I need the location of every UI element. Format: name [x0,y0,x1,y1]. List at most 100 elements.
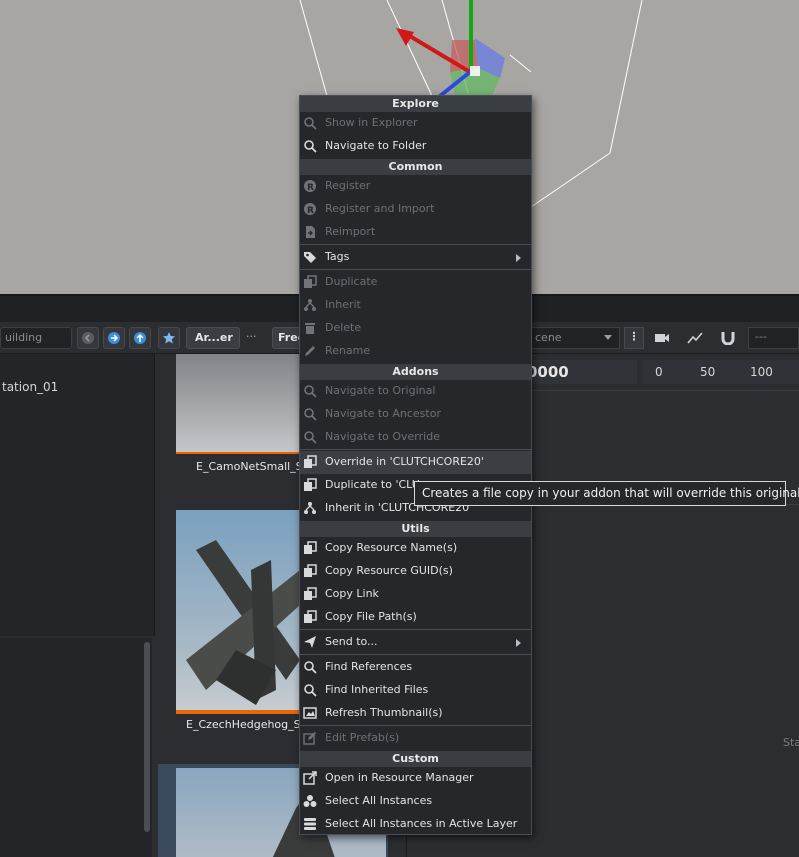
breadcrumb-ellipsis[interactable]: ··· [246,330,257,343]
search-input[interactable]: uilding [0,327,72,349]
menu-item-label: Navigate to Override [325,430,440,443]
menu-separator [300,449,531,450]
external-link-icon [303,771,317,785]
menu-section-utils: Utils [300,521,531,537]
menu-item-label: Copy File Path(s) [325,610,417,623]
menu-section-explore: Explore [300,96,531,112]
vertical-scrollbar[interactable] [144,642,150,832]
menu-item-label: Override in 'CLUTCHCORE20' [325,455,484,468]
menu-separator [300,725,531,726]
tick-label: 100 [750,365,773,379]
registered-icon: R [304,180,316,193]
menu-item-copy-file-paths[interactable]: Copy File Path(s) [300,606,531,629]
curve-icon[interactable] [687,331,703,345]
menu-item-navigate-to-folder[interactable]: Navigate to Folder [300,135,531,158]
menu-section-common: Common [300,159,531,175]
menu-item-find-references[interactable]: Find References [300,656,531,679]
duplicate-icon [304,478,317,491]
inherit-icon [304,502,316,514]
instances-icon [303,795,317,807]
search-icon [304,408,317,421]
search-icon [304,431,317,444]
breadcrumb-next[interactable]: Free [272,327,302,349]
tree-item[interactable]: tation_01 [2,380,58,394]
back-button[interactable] [77,327,99,349]
menu-item-label: Find References [325,660,413,673]
svg-text:R: R [307,183,314,193]
menu-separator [300,629,531,630]
magnet-icon[interactable] [720,331,736,346]
menu-item-inherit[interactable]: Inherit [300,294,531,317]
menu-section-custom: Custom [300,751,531,767]
menu-item-override-in-addon[interactable]: Override in 'CLUTCHCORE20' [300,451,531,474]
reimport-icon [306,226,315,238]
menu-item-register[interactable]: R Register [300,175,531,198]
chevron-down-icon [604,335,612,340]
secondary-panel [0,638,152,857]
menu-section-addons: Addons [300,364,531,380]
forward-button[interactable] [103,327,125,349]
menu-item-label: Copy Resource Name(s) [325,541,458,554]
menu-item-navigate-to-ancestor[interactable]: Navigate to Ancestor [300,403,531,426]
menu-item-find-inherited-files[interactable]: Find Inherited Files [300,679,531,702]
up-button[interactable] [129,327,151,349]
menu-item-label: Find Inherited Files [325,683,429,696]
camera-icon[interactable] [654,331,670,345]
asset-name: E_CamoNetSmall_S [196,460,303,473]
copy-icon [304,541,317,554]
up-arrow-icon [134,332,146,344]
menu-item-tags[interactable]: Tags [300,246,531,269]
menu-item-label: Register [325,179,371,192]
timeline-dropdown[interactable]: --- [748,327,799,349]
search-icon [304,117,317,130]
tag-icon [304,252,316,263]
menu-item-select-all-instances[interactable]: Select All Instances [300,790,531,813]
more-options-button[interactable]: ⋮ [624,327,644,349]
forward-arrow-icon [108,332,120,344]
submenu-arrow-icon [516,254,521,262]
status-label: Sta [783,736,799,749]
pencil-icon [305,346,315,356]
inherit-icon [304,299,316,311]
menu-item-delete[interactable]: Delete [300,317,531,340]
menu-item-edit-prefabs[interactable]: Edit Prefab(s) [300,727,531,750]
menu-item-open-in-resource-manager[interactable]: Open in Resource Manager [300,767,531,790]
menu-item-reimport[interactable]: Reimport [300,221,531,244]
menu-item-label: Inherit [325,298,361,311]
timeline-ruler[interactable]: 0 50 100 [643,360,799,384]
breadcrumb-current[interactable]: Ar...er [186,327,240,349]
menu-item-register-and-import[interactable]: R Register and Import [300,198,531,221]
tooltip: Creates a file copy in your addon that w… [414,481,799,506]
menu-item-copy-resource-names[interactable]: Copy Resource Name(s) [300,537,531,560]
menu-item-navigate-to-original[interactable]: Navigate to Original [300,380,531,403]
menu-item-copy-link[interactable]: Copy Link [300,583,531,606]
menu-item-rename[interactable]: Rename [300,340,531,363]
menu-item-copy-resource-guids[interactable]: Copy Resource GUID(s) [300,560,531,583]
menu-item-show-in-explorer[interactable]: Show in Explorer [300,112,531,135]
menu-separator [300,244,531,245]
favorites-button[interactable] [158,327,180,349]
trash-icon [305,323,315,334]
menu-item-navigate-to-override[interactable]: Navigate to Override [300,426,531,449]
back-arrow-icon [82,332,94,344]
menu-item-label: Delete [325,321,362,334]
image-icon [303,707,317,719]
search-icon [304,385,317,398]
menu-item-label: Select All Instances [325,794,433,807]
search-icon [304,140,317,153]
menu-item-label: Rename [325,344,371,357]
menu-item-duplicate[interactable]: Duplicate [300,271,531,294]
menu-item-label: Send to... [325,635,378,648]
menu-item-refresh-thumbnails[interactable]: Refresh Thumbnail(s) [300,702,531,725]
menu-item-label: Open in Resource Manager [325,771,474,784]
hierarchy-panel: tation_01 [0,354,155,636]
menu-item-send-to[interactable]: Send to... [300,631,531,654]
registered-icon: R [304,203,316,216]
star-icon [163,332,175,344]
menu-item-label: Copy Link [325,587,379,600]
menu-item-label: Duplicate [325,275,378,288]
context-menu: Explore Show in Explorer Navigate to Fol… [299,95,532,835]
layers-icon [304,818,316,830]
menu-item-select-all-instances-active-layer[interactable]: Select All Instances in Active Layer [300,813,531,836]
menu-item-label: Show in Explorer [325,116,418,129]
